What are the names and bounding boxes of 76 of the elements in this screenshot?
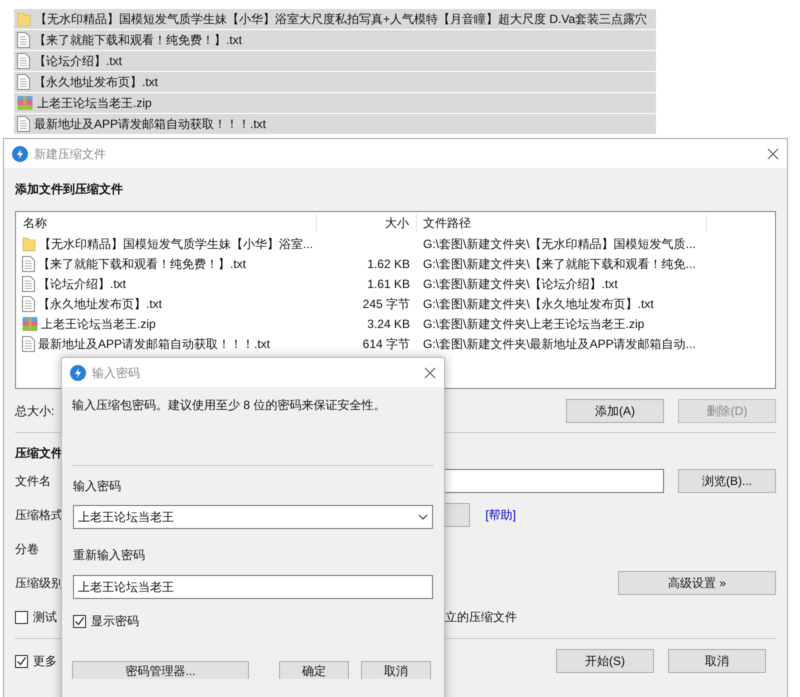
add-button[interactable]: 添加(A)	[566, 399, 664, 423]
total-size: 总大小:	[15, 403, 54, 420]
file-name: 【论坛介绍】.txt	[38, 276, 126, 293]
app-icon	[70, 364, 86, 380]
help-link[interactable]: [帮助]	[485, 506, 516, 524]
text-file-icon	[22, 276, 35, 292]
start-button[interactable]: 开始(S)	[556, 649, 654, 673]
folder-icon	[22, 236, 36, 252]
file-name: 【来了就能下载和观看！纯免费！】.txt	[38, 256, 246, 273]
file-size: 245 字节	[362, 296, 410, 313]
column-header[interactable]: 文件路径	[417, 214, 707, 232]
close-icon[interactable]	[424, 366, 436, 378]
file-row[interactable]: 【无水印精品】国模短发气质学生妹【小华】浴室大尺度私拍写真+人气模特【月音瞳】超大尺度 D.Va套装三点露穴	[14, 9, 656, 29]
file-row[interactable]: 最新地址及APP请发邮箱自动获取！！！.txt	[14, 114, 656, 134]
ok-button[interactable]: 确定	[279, 661, 349, 679]
field-label: 文件名	[15, 473, 51, 490]
file-name: 【无水印精品】国模短发气质学生妹【小华】浴室大尺度私拍写真+人气模特【月音瞳】超大尺度 D.Va套装三点露穴	[35, 11, 648, 28]
archive-icon	[22, 316, 38, 332]
cancel-button[interactable]: 取消	[361, 661, 431, 679]
file-row[interactable]: 上老王论坛当老王.zip	[14, 93, 656, 113]
file-path: G:\套图\新建文件夹\【永久地址发布页】.txt	[422, 296, 654, 313]
file-path: G:\套图\新建文件夹\【论坛介绍】.txt	[422, 276, 618, 293]
advanced-settings-button[interactable]: 高级设置 »	[618, 571, 776, 595]
checkbox-label: 更多	[33, 653, 57, 670]
browse-button[interactable]: 浏览(B)...	[678, 469, 776, 493]
section-heading: 添加文件到压缩文件	[15, 181, 124, 197]
file-name: 【永久地址发布页】.txt	[34, 74, 158, 91]
hint-text: 输入压缩包密码。建议使用至少 8 位的密码来保证安全性。	[72, 397, 386, 413]
file-name: 上老王论坛当老王.zip	[37, 95, 152, 112]
text-file-icon	[22, 256, 35, 272]
file-name: 【来了就能下载和观看！纯免费！】.txt	[34, 32, 242, 49]
file-name: 【无水印精品】国模短发气质学生妹【小华】浴室...	[39, 236, 314, 253]
checkbox-label: 显示密码	[91, 613, 139, 630]
file-name: 上老王论坛当老王.zip	[41, 316, 156, 333]
chevron-down-icon[interactable]	[418, 514, 428, 520]
file-row[interactable]: 【永久地址发布页】.txt	[14, 72, 656, 92]
window-title: 输入密码	[92, 364, 141, 382]
file-size: 1.61 KB	[367, 276, 410, 293]
option-text: 立的压缩文件	[445, 609, 517, 626]
file-path: G:\套图\新建文件夹\最新地址及APP请发邮箱自动...	[422, 336, 696, 353]
field-label: 输入密码	[73, 478, 122, 494]
file-size: 614 字节	[362, 336, 410, 353]
column-header[interactable]: 名称	[16, 214, 317, 232]
file-name: 最新地址及APP请发邮箱自动获取！！！.txt	[38, 336, 270, 353]
file-size: 3.24 KB	[367, 316, 410, 333]
window-title: 新建压缩文件	[34, 146, 107, 162]
text-file-icon	[22, 296, 35, 312]
file-name: 最新地址及APP请发邮箱自动获取！！！.txt	[34, 116, 266, 133]
text-file-icon	[17, 53, 30, 69]
repeat-password-field[interactable]: 上老王论坛当老王	[73, 575, 433, 599]
app-icon	[12, 146, 28, 162]
file-row[interactable]: 【来了就能下载和观看！纯免费！】.txt	[14, 30, 656, 50]
text-file-icon	[17, 32, 30, 48]
column-header[interactable]: 大小	[317, 214, 417, 232]
password-field[interactable]: 上老王论坛当老王	[73, 505, 433, 529]
file-path: G:\套图\新建文件夹\上老王论坛当老王.zip	[422, 316, 644, 333]
checkbox[interactable]	[73, 614, 86, 628]
close-icon[interactable]	[767, 148, 779, 160]
checkbox[interactable]	[15, 654, 28, 668]
text-file-icon	[22, 336, 35, 352]
checkbox-label: 测试	[33, 609, 57, 626]
checkbox[interactable]	[15, 610, 28, 624]
file-path: G:\套图\新建文件夹\【来了就能下载和观看！纯免...	[422, 256, 696, 273]
text-file-icon	[17, 116, 30, 132]
file-path: G:\套图\新建文件夹\【无水印精品】国模短发气质...	[422, 236, 696, 253]
password-manager-button[interactable]: 密码管理器...	[72, 661, 249, 679]
text-file-icon	[17, 74, 30, 90]
file-size: 1.62 KB	[367, 256, 410, 273]
file-row[interactable]: 【论坛介绍】.txt	[14, 51, 656, 71]
field-label: 分卷	[15, 541, 39, 558]
file-name: 【论坛介绍】.txt	[34, 53, 122, 70]
archive-icon	[17, 95, 33, 111]
field-label: 重新输入密码	[73, 547, 146, 563]
file-name: 【永久地址发布页】.txt	[38, 296, 162, 313]
cancel-button[interactable]: 取消	[668, 649, 766, 673]
folder-icon	[17, 11, 31, 27]
